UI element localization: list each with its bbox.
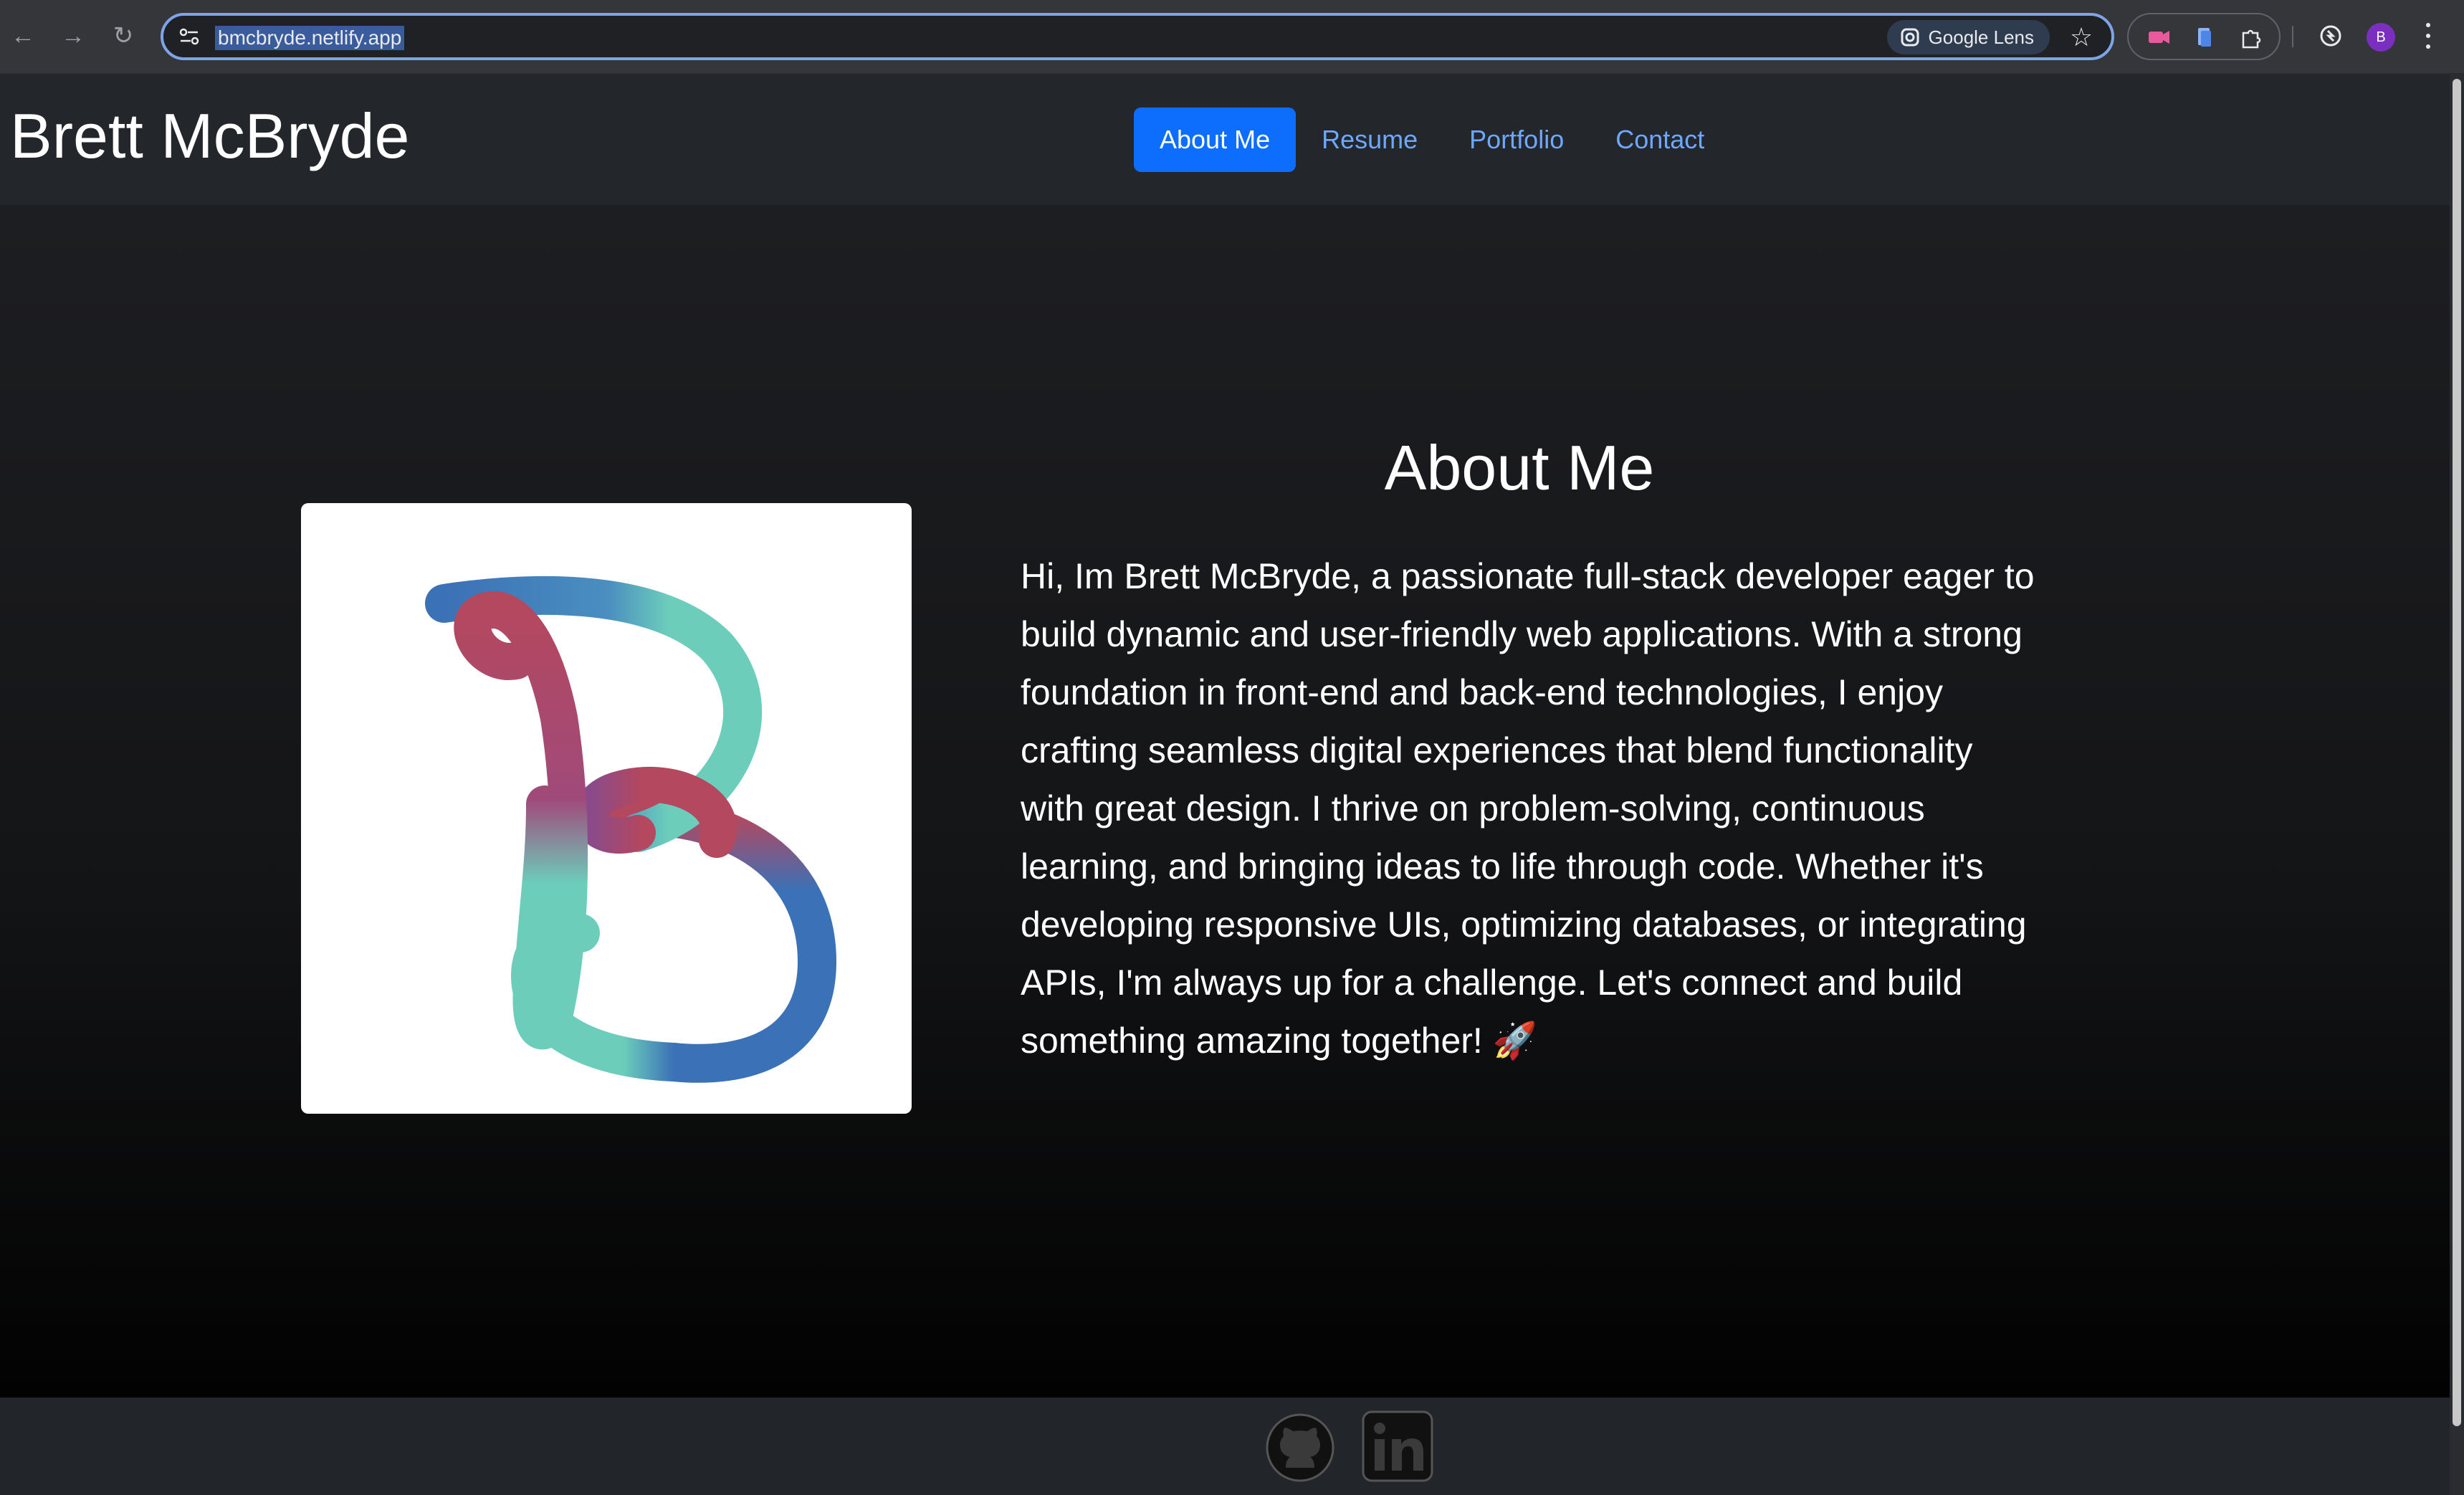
linkedin-icon[interactable] xyxy=(1360,1409,1435,1484)
video-extension-icon[interactable] xyxy=(2146,24,2172,50)
google-lens-label: Google Lens xyxy=(1928,26,2034,48)
forward-icon[interactable]: → xyxy=(53,16,93,56)
about-section: About Me Hi, Im Brett McBryde, a passion… xyxy=(0,205,2450,1398)
toolbar-divider xyxy=(2292,26,2293,47)
github-icon[interactable] xyxy=(1264,1412,1336,1484)
performance-icon[interactable] xyxy=(2316,22,2345,50)
nav-portfolio[interactable]: Portfolio xyxy=(1443,108,1590,172)
back-icon[interactable]: ← xyxy=(3,16,43,56)
reload-icon[interactable]: ↻ xyxy=(103,16,143,56)
browser-toolbar: ← → ↻ bmcbryde.netlify.app Google Lens ☆ xyxy=(0,0,2464,75)
site-info-icon[interactable] xyxy=(178,26,201,47)
address-bar[interactable]: bmcbryde.netlify.app Google Lens ☆ xyxy=(161,13,2114,60)
page-scrollbar[interactable] xyxy=(2450,75,2464,1495)
nav-resume[interactable]: Resume xyxy=(1296,108,1443,172)
bookmark-star-icon[interactable]: ☆ xyxy=(2067,23,2096,52)
main-nav: About Me Resume Portfolio Contact xyxy=(1134,108,1730,172)
google-lens-button[interactable]: Google Lens xyxy=(1886,20,2050,54)
nav-about-me[interactable]: About Me xyxy=(1134,108,1297,172)
about-paragraph: Hi, Im Brett McBryde, a passionate full-… xyxy=(1021,556,2035,1061)
browser-menu-icon[interactable] xyxy=(2421,20,2435,52)
site-footer xyxy=(0,1398,2450,1495)
nav-contact[interactable]: Contact xyxy=(1590,108,1730,172)
document-extension-icon[interactable] xyxy=(2192,24,2217,50)
b-monogram-logo xyxy=(425,575,837,1083)
profile-avatar[interactable]: B xyxy=(2367,23,2395,52)
logo-image xyxy=(301,503,912,1114)
url-text[interactable]: bmcbryde.netlify.app xyxy=(215,26,405,50)
scrollbar-thumb[interactable] xyxy=(2453,79,2461,1426)
extensions-group xyxy=(2127,13,2281,60)
extensions-puzzle-icon[interactable] xyxy=(2238,24,2263,50)
page-viewport: Brett McBryde About Me Resume Portfolio … xyxy=(0,75,2450,1495)
site-title[interactable]: Brett McBryde xyxy=(10,100,409,172)
lens-icon xyxy=(1901,28,1919,47)
site-header: Brett McBryde About Me Resume Portfolio … xyxy=(0,75,2450,205)
about-heading: About Me xyxy=(1384,432,1655,503)
